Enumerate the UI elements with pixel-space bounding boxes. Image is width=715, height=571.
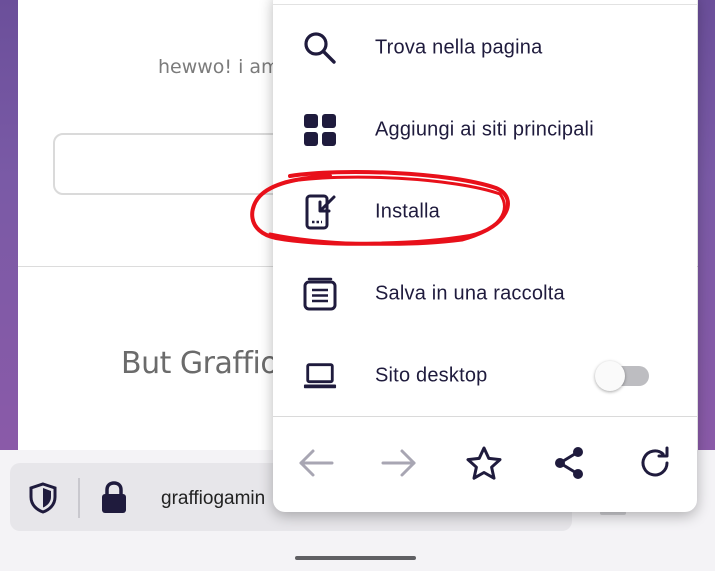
search-icon <box>303 31 337 65</box>
forward-button[interactable] <box>377 443 421 487</box>
tracking-protection-shield-icon[interactable] <box>28 482 58 514</box>
gesture-home-bar[interactable] <box>295 556 416 560</box>
menu-divider <box>273 416 697 417</box>
arrow-right-icon <box>380 447 418 484</box>
collection-icon <box>303 277 337 311</box>
menu-item-label: Installa <box>375 200 440 223</box>
menu-item-label: Aggiungi ai siti principali <box>375 118 594 141</box>
menu-item-label: Sito desktop <box>375 364 488 387</box>
reload-button[interactable] <box>633 443 677 487</box>
menu-item-find-in-page[interactable]: Trova nella pagina <box>273 7 697 89</box>
url-bar-separator <box>78 478 80 518</box>
menu-item-install[interactable]: Installa <box>273 171 697 253</box>
page-greeting-text: hewwo! i am <box>158 56 280 78</box>
menu-item-add-to-top-sites[interactable]: Aggiungi ai siti principali <box>273 89 697 171</box>
star-icon <box>465 445 503 486</box>
desktop-site-toggle[interactable] <box>595 361 653 391</box>
back-button[interactable] <box>294 443 338 487</box>
toggle-knob <box>595 361 625 391</box>
install-phone-icon <box>303 194 337 230</box>
reload-icon <box>637 445 673 486</box>
menu-item-label: Trova nella pagina <box>375 36 543 59</box>
grid-icon <box>303 113 337 147</box>
page-heading-text: But Graffio, <box>121 346 288 381</box>
menu-item-label: Salva in una raccolta <box>375 282 565 305</box>
url-text[interactable]: graffiogamin <box>161 488 265 510</box>
arrow-left-icon <box>297 447 335 484</box>
menu-item-desktop-site[interactable]: Sito desktop <box>273 335 697 417</box>
share-button[interactable] <box>547 443 591 487</box>
bookmark-button[interactable] <box>462 443 506 487</box>
share-icon <box>551 445 587 486</box>
laptop-icon <box>303 359 337 393</box>
menu-top-divider <box>273 4 697 5</box>
lock-icon[interactable] <box>100 480 128 514</box>
menu-item-save-to-collection[interactable]: Salva in una raccolta <box>273 253 697 335</box>
